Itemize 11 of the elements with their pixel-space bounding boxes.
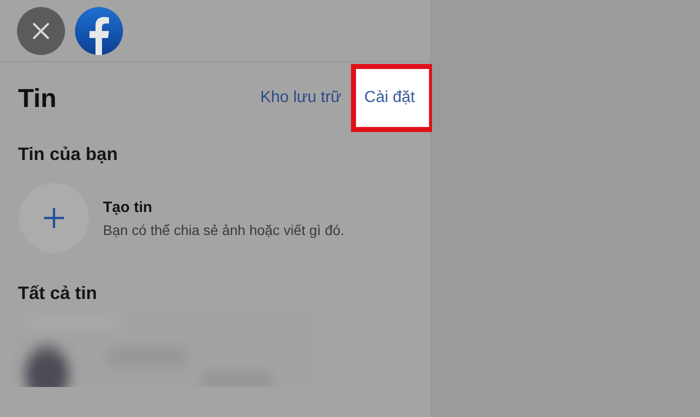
header-link[interactable]: Cài đặt (351, 64, 434, 132)
create-story-title[interactable]: Tạo tin (103, 198, 344, 216)
create-story-subtitle: Bạn có thể chia sẻ ảnh hoặc viết gì đó. (103, 222, 344, 238)
plus-icon (43, 207, 65, 229)
close-icon (31, 20, 51, 40)
app-logo-icon[interactable] (75, 6, 123, 54)
close-button[interactable] (17, 6, 65, 54)
header-link[interactable]: Kho lưu trữ (260, 89, 352, 107)
section-heading: Tin của bạn (17, 144, 119, 165)
page-title: Tin (18, 82, 57, 114)
section-heading: Tất cả tin (17, 283, 98, 304)
